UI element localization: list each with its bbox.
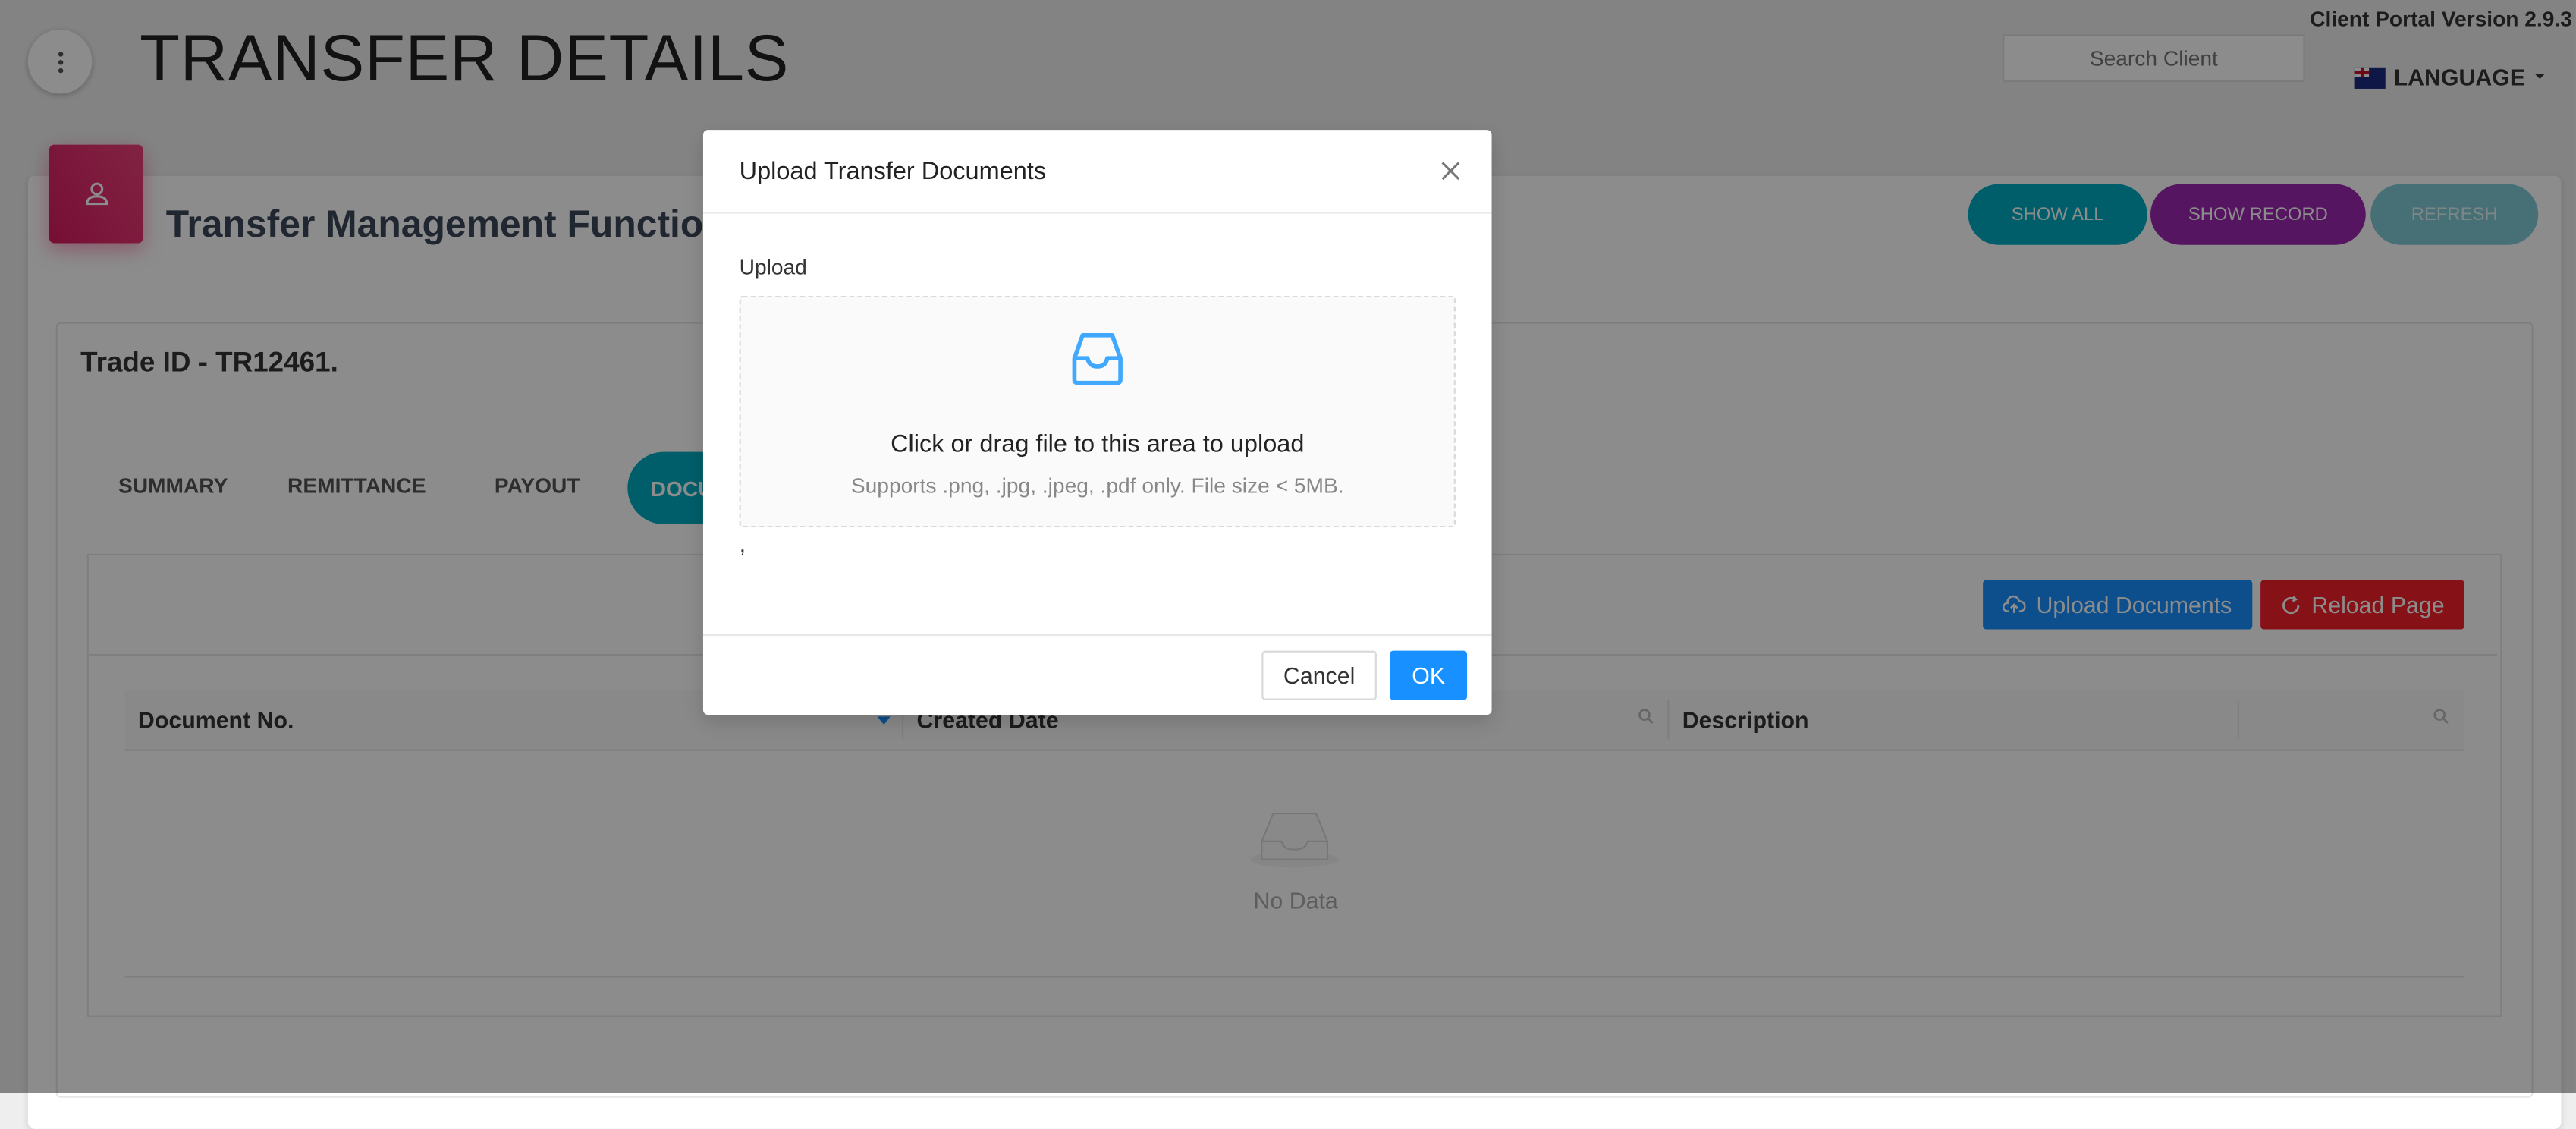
- inbox-icon: [1072, 333, 1123, 385]
- divider: [702, 634, 1492, 637]
- divider: [702, 212, 1492, 214]
- file-list: ,: [739, 530, 746, 558]
- upload-field-label: Upload: [739, 254, 807, 280]
- dropzone-text: Click or drag file to this area to uploa…: [891, 430, 1305, 459]
- dropzone-hint: Supports .png, .jpg, .jpeg, .pdf only. F…: [850, 473, 1344, 498]
- modal-title: Upload Transfer Documents: [739, 157, 1047, 186]
- cancel-button[interactable]: Cancel: [1261, 650, 1377, 700]
- close-icon[interactable]: [1436, 156, 1465, 186]
- ok-button[interactable]: OK: [1390, 650, 1468, 700]
